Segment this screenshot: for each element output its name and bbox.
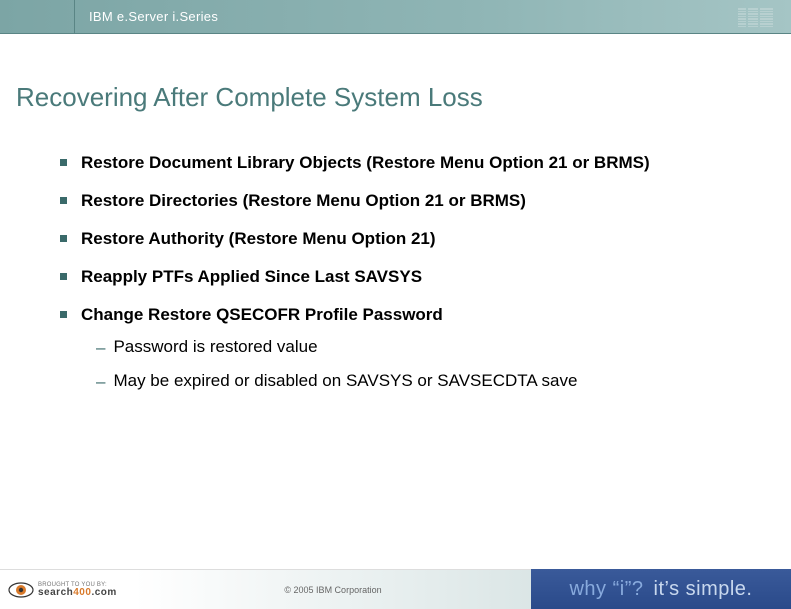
square-bullet-icon [60, 235, 67, 242]
sub-list-item: – May be expired or disabled on SAVSYS o… [96, 371, 791, 393]
slide-title: Recovering After Complete System Loss [16, 82, 791, 113]
square-bullet-icon [60, 273, 67, 280]
sub-bullet-text: May be expired or disabled on SAVSYS or … [113, 371, 577, 391]
sub-bullet-text: Password is restored value [113, 337, 317, 357]
list-item: Restore Directories (Restore Menu Option… [60, 191, 791, 211]
footer-tagline: why “i”? it’s simple. [531, 569, 791, 609]
sponsor-text: BROUGHT TO YOU BY: search400.com [38, 582, 117, 598]
list-item: Reapply PTFs Applied Since Last SAVSYS [60, 267, 791, 287]
copyright-text: © 2005 IBM Corporation [284, 585, 381, 595]
list-item: Restore Document Library Objects (Restor… [60, 153, 791, 173]
header-divider [74, 0, 75, 33]
eye-icon [8, 577, 34, 603]
square-bullet-icon [60, 159, 67, 166]
list-item: Restore Authority (Restore Menu Option 2… [60, 229, 791, 249]
sub-list-item: – Password is restored value [96, 337, 791, 359]
dash-bullet-icon: – [96, 371, 105, 393]
ibm-logo [738, 8, 773, 27]
slide-header: IBM e.Server i.Series [0, 0, 791, 34]
bullet-text: Reapply PTFs Applied Since Last SAVSYS [81, 267, 422, 287]
slide-footer: BROUGHT TO YOU BY: search400.com © 2005 … [0, 569, 791, 609]
footer-center: © 2005 IBM Corporation [135, 569, 531, 609]
dash-bullet-icon: – [96, 337, 105, 359]
why-i-text: why “i”? [569, 578, 643, 601]
bullet-text: Restore Directories (Restore Menu Option… [81, 191, 526, 211]
square-bullet-icon [60, 311, 67, 318]
bullet-text: Change Restore QSECOFR Profile Password [81, 305, 443, 325]
square-bullet-icon [60, 197, 67, 204]
its-simple-text: it’s simple. [654, 578, 753, 601]
bullet-text: Restore Document Library Objects (Restor… [81, 153, 650, 173]
search400-logo-text: search400.com [38, 588, 117, 598]
bullet-list: Restore Document Library Objects (Restor… [60, 153, 791, 393]
list-item: Change Restore QSECOFR Profile Password [60, 305, 791, 325]
product-line-label: IBM e.Server i.Series [89, 9, 218, 24]
footer-sponsor: BROUGHT TO YOU BY: search400.com [0, 569, 135, 609]
bullet-text: Restore Authority (Restore Menu Option 2… [81, 229, 436, 249]
